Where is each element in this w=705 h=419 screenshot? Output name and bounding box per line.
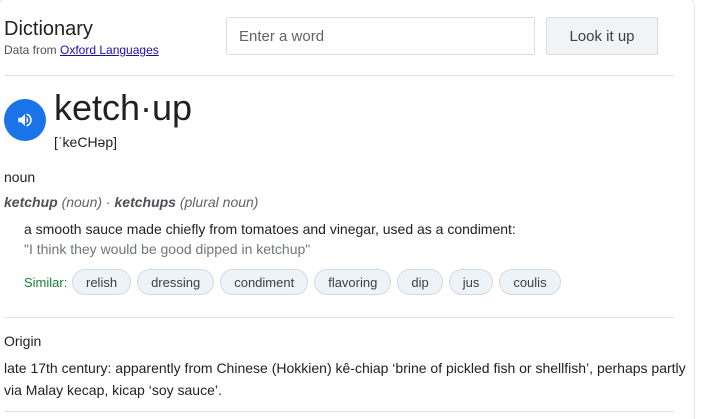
bottom-divider (4, 411, 674, 412)
similar-chip-flavoring[interactable]: flavoring (314, 269, 392, 295)
origin-divider (4, 317, 674, 318)
header-divider (4, 75, 674, 76)
look-it-up-button[interactable]: Look it up (546, 17, 658, 55)
plural-form: ketchups (114, 194, 176, 210)
word-search-input[interactable] (226, 17, 535, 55)
origin-heading: Origin (4, 333, 42, 349)
speaker-icon (18, 113, 32, 127)
headword: ketch·up (54, 87, 193, 128)
phonetic-spelling: [ˈkeCHəp] (54, 134, 118, 150)
pronunciation-button[interactable] (4, 99, 46, 141)
similar-chip-jus[interactable]: jus (448, 269, 494, 295)
singular-form: ketchup (4, 194, 58, 210)
example-sentence: "I think they would be good dipped in ke… (24, 241, 311, 257)
similar-chip-condiment[interactable]: condiment (220, 269, 309, 295)
dictionary-title: Dictionary (4, 18, 93, 40)
data-source-prefix: Data from (4, 43, 61, 57)
similar-chip-coulis[interactable]: coulis (499, 269, 561, 295)
part-of-speech: noun (4, 169, 36, 185)
plural-pos: (plural noun) (175, 194, 259, 210)
word-forms: ketchup (noun) · ketchups (plural noun) (4, 194, 258, 210)
similar-words: relish dressing condiment flavoring dip … (72, 269, 561, 295)
similar-chip-dressing[interactable]: dressing (137, 269, 215, 295)
similar-chip-dip[interactable]: dip (397, 269, 443, 295)
singular-pos: (noun) · (57, 194, 115, 210)
origin-text: late 17th century: apparently from Chine… (4, 360, 686, 398)
definition-text: a smooth sauce made chiefly from tomatoe… (24, 221, 516, 237)
similar-chip-relish[interactable]: relish (72, 269, 132, 295)
similar-label: Similar: (24, 275, 68, 290)
data-source: Data from Oxford Languages (4, 43, 159, 57)
oxford-languages-link[interactable]: Oxford Languages (60, 43, 159, 57)
